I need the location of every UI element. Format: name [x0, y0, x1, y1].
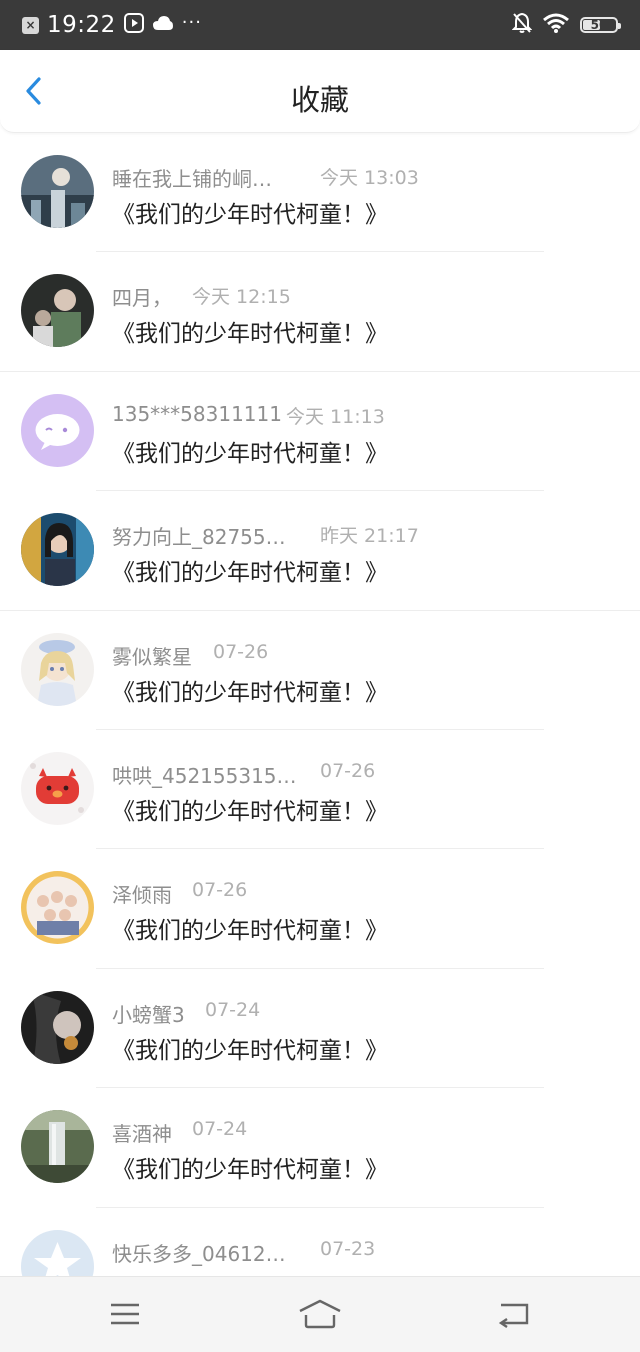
item-message: 《我们的少年时代柯童！》 — [112, 918, 388, 945]
status-bar: × 19:22 ··· 50 — [0, 0, 640, 50]
favorites-list: 睡在我上铺的峒… 今天 13:03 《我们的少年时代柯童！》 四月， 今天 12… — [0, 133, 640, 1327]
page-title: 收藏 — [290, 83, 349, 117]
avatar — [21, 1110, 94, 1184]
list-item[interactable]: 四月， 今天 12:15 《我们的少年时代柯童！》 — [0, 252, 640, 372]
avatar — [21, 393, 94, 467]
list-item[interactable]: 小螃蟹3 07-24 《我们的少年时代柯童！》 — [0, 969, 640, 1089]
item-name: 小螃蟹3 — [112, 1002, 185, 1027]
item-meta: 快乐多多_04612… 07-23 — [112, 1237, 532, 1266]
play-icon — [123, 13, 144, 37]
avatar — [21, 751, 94, 825]
battery-level: 50 — [590, 18, 608, 32]
list-item[interactable]: 睡在我上铺的峒… 今天 13:03 《我们的少年时代柯童！》 — [0, 133, 640, 253]
item-message: 《我们的少年时代柯童！》 — [112, 1157, 388, 1184]
list-item[interactable]: 泽倾雨 07-26 《我们的少年时代柯童！》 — [0, 849, 640, 969]
item-meta: 四月， 今天 12:15 — [112, 282, 532, 311]
item-name: 雾似繁星 — [112, 644, 192, 669]
menu-button[interactable] — [107, 1299, 143, 1329]
item-name: 努力向上_82755… — [112, 525, 286, 550]
item-message: 《我们的少年时代柯童！》 — [112, 321, 388, 348]
avatar — [21, 513, 94, 587]
item-meta: 泽倾雨 07-26 — [112, 879, 532, 908]
home-icon — [299, 1299, 341, 1329]
battery-icon: 50 — [580, 17, 621, 33]
list-item[interactable]: 135***58311111 今天 11:13 《我们的少年时代柯童！》 — [0, 372, 640, 492]
item-time: 07-26 — [192, 879, 248, 902]
item-message: 《我们的少年时代柯童！》 — [112, 798, 388, 825]
status-time: 19:22 — [47, 12, 116, 38]
item-time: 今天 11:13 — [286, 405, 385, 428]
item-time: 07-23 — [320, 1237, 376, 1260]
system-nav-bar — [0, 1276, 640, 1352]
item-meta: 小螃蟹3 07-24 — [112, 998, 532, 1027]
item-name: 喜酒神 — [112, 1122, 172, 1147]
item-meta: 135***58311111 今天 11:13 — [112, 402, 532, 428]
cloud-icon — [152, 14, 174, 36]
item-time: 07-26 — [320, 759, 376, 782]
avatar — [21, 871, 94, 945]
item-name: 四月， — [112, 286, 172, 311]
status-left: × 19:22 ··· — [22, 12, 202, 38]
home-button[interactable] — [298, 1299, 342, 1329]
item-meta: 雾似繁星 07-26 — [112, 640, 532, 669]
back-nav-button[interactable] — [497, 1299, 533, 1329]
item-name: 快乐多多_04612… — [112, 1241, 286, 1266]
back-icon — [498, 1303, 529, 1328]
item-time: 07-26 — [213, 640, 269, 663]
item-message: 《我们的少年时代柯童！》 — [112, 440, 388, 467]
status-right: 50 — [511, 12, 621, 38]
close-icon: × — [22, 16, 39, 34]
item-message: 《我们的少年时代柯童！》 — [112, 202, 388, 228]
item-name: 135***58311111 — [112, 401, 282, 426]
more-dots-icon: ··· — [181, 11, 202, 33]
list-item[interactable]: 哄哄_452155315… 07-26 《我们的少年时代柯童！》 — [0, 730, 640, 850]
avatar — [21, 632, 94, 706]
item-name: 睡在我上铺的峒… — [112, 167, 272, 191]
item-message: 《我们的少年时代柯童！》 — [112, 679, 388, 706]
menu-icon — [111, 1303, 139, 1325]
item-meta: 睡在我上铺的峒… 今天 13:03 — [112, 163, 532, 191]
item-meta: 努力向上_82755… 昨天 21:17 — [112, 521, 532, 550]
item-name: 泽倾雨 — [112, 883, 172, 908]
avatar — [21, 155, 94, 228]
item-meta: 喜酒神 07-24 — [112, 1118, 532, 1147]
header: 收藏 — [0, 50, 640, 133]
item-message: 《我们的少年时代柯童！》 — [112, 560, 388, 587]
list-item[interactable]: 喜酒神 07-24 《我们的少年时代柯童！》 — [0, 1088, 640, 1208]
item-message: 《我们的少年时代柯童！》 — [112, 1037, 388, 1064]
avatar — [21, 990, 94, 1064]
avatar — [21, 274, 94, 348]
item-name: 哄哄_452155315… — [112, 763, 297, 788]
notification-off-icon — [511, 12, 533, 38]
list-item[interactable]: 努力向上_82755… 昨天 21:17 《我们的少年时代柯童！》 — [0, 491, 640, 611]
item-time: 今天 12:15 — [192, 286, 291, 309]
item-time: 今天 13:03 — [320, 167, 419, 189]
item-time: 07-24 — [205, 998, 261, 1021]
wifi-icon — [542, 13, 570, 37]
item-time: 昨天 21:17 — [320, 525, 419, 548]
list-item[interactable]: 雾似繁星 07-26 《我们的少年时代柯童！》 — [0, 611, 640, 730]
item-time: 07-24 — [192, 1118, 248, 1141]
item-meta: 哄哄_452155315… 07-26 — [112, 759, 532, 788]
